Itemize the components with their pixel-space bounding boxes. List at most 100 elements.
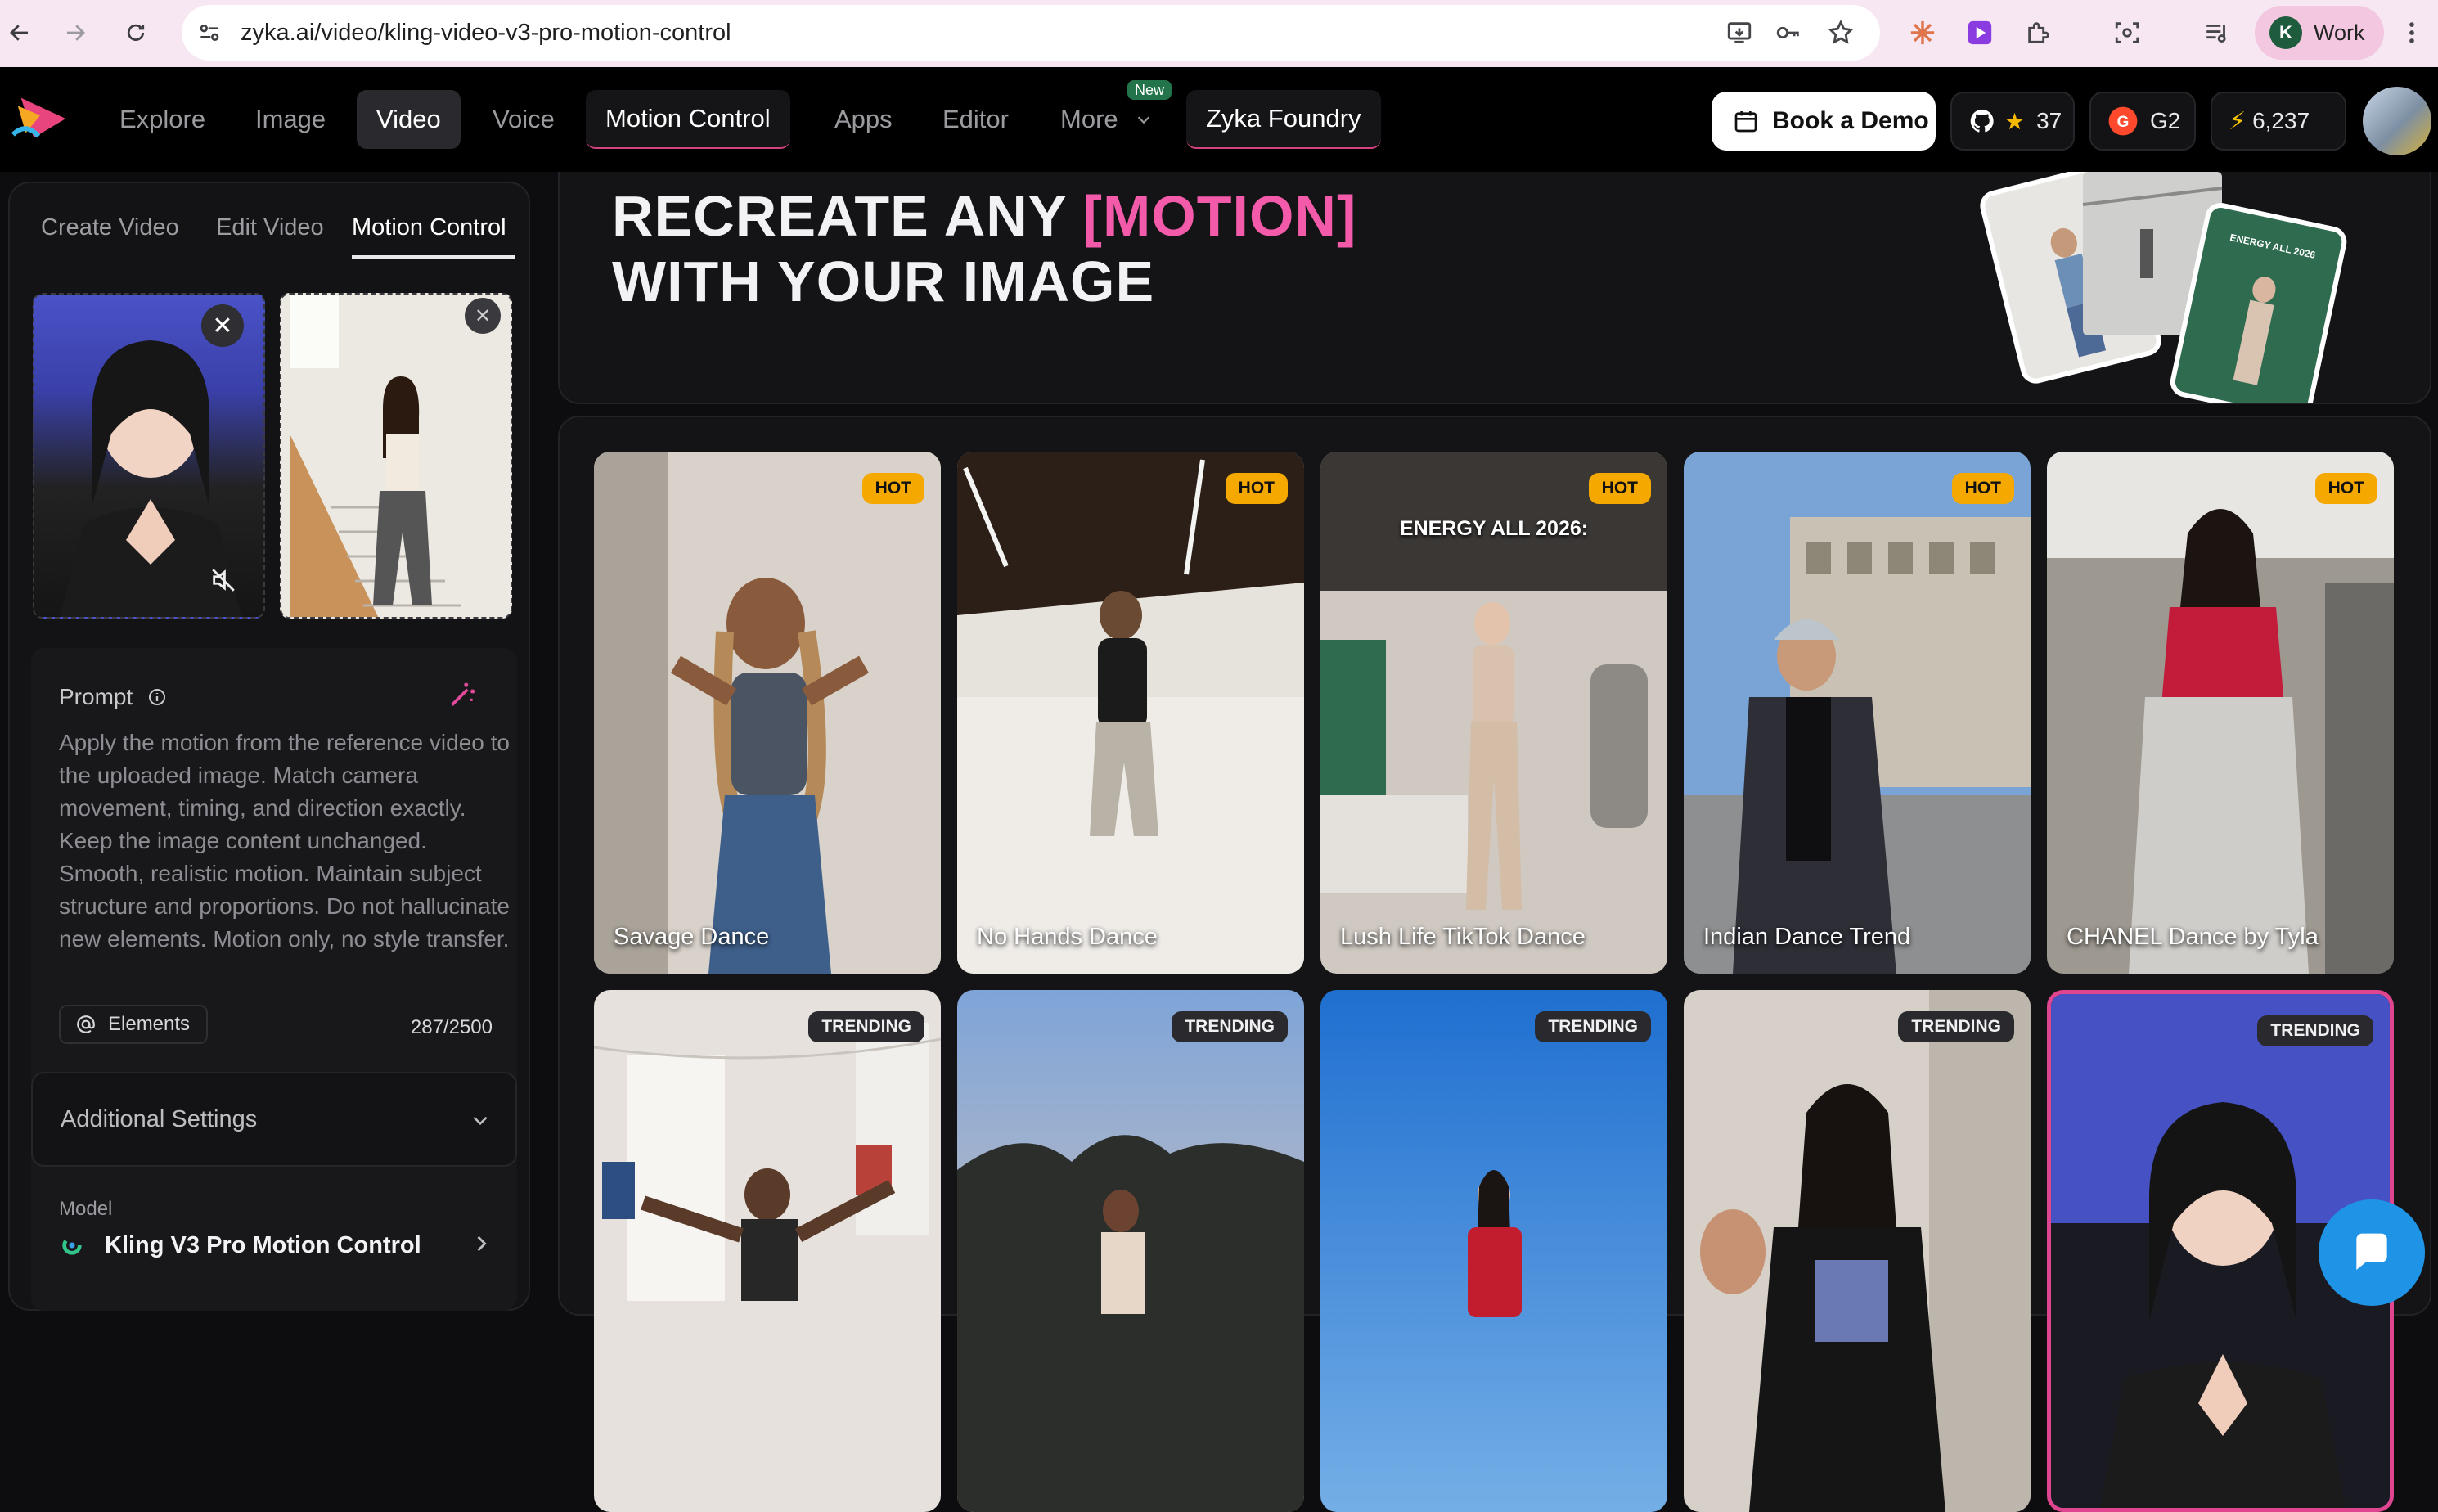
credits-button[interactable]: ⚡ 6,237 [2211, 92, 2346, 151]
hot-badge: HOT [861, 473, 924, 504]
back-icon[interactable] [3, 16, 36, 49]
browser-toolbar: zyka.ai/video/kling-video-v3-pro-motion-… [0, 0, 2438, 67]
app-header: Explore Image Video Voice Motion Control… [0, 67, 2438, 172]
template-preview-no-hands-dance [957, 452, 1304, 974]
remove-reference-close-icon[interactable]: ✕ [465, 298, 501, 334]
info-icon[interactable] [147, 687, 167, 707]
tab-edit-video[interactable]: Edit Video [216, 214, 324, 241]
model-value: Kling V3 Pro Motion Control [105, 1232, 421, 1258]
hot-badge: HOT [1225, 473, 1288, 504]
lightning-icon: ⚡ [2229, 107, 2247, 135]
template-preview-trending-3 [1320, 990, 1667, 1512]
template-preview-savage-dance [594, 452, 941, 974]
template-card-trending-3[interactable]: TRENDING [1320, 990, 1667, 1512]
forward-icon[interactable] [59, 16, 92, 49]
password-key-icon[interactable] [1769, 13, 1808, 52]
template-title: Lush Life TikTok Dance [1340, 924, 1586, 950]
address-bar[interactable]: zyka.ai/video/kling-video-v3-pro-motion-… [182, 5, 1880, 61]
hero-title-highlight: [MOTION] [1082, 184, 1357, 248]
template-preview-trending-2 [957, 990, 1304, 1512]
svg-text:G: G [2117, 114, 2130, 131]
kling-model-icon [62, 1235, 82, 1255]
chevron-right-icon [477, 1235, 487, 1252]
profile-avatar: K [2269, 16, 2302, 49]
nav-voice[interactable]: Voice [473, 90, 574, 149]
hero-collage-image: ENERGY ALL 2026 [1980, 172, 2347, 403]
nav-more-label: More [1060, 105, 1118, 133]
reload-icon[interactable] [119, 16, 152, 49]
g2-button[interactable]: G G2 [2089, 92, 2196, 151]
tab-motion-control[interactable]: Motion Control [352, 214, 506, 241]
book-demo-label: Book a Demo [1772, 107, 1929, 134]
magic-wand-icon[interactable] [447, 679, 478, 710]
template-card-savage-dance[interactable]: HOT Savage Dance [594, 452, 941, 974]
template-card-chanel-dance-by-tyla[interactable]: HOT CHANEL Dance by Tyla [2047, 452, 2394, 974]
claude-extension-icon[interactable] [1903, 13, 1942, 52]
user-avatar[interactable] [2363, 87, 2431, 155]
bookmark-star-icon[interactable] [1821, 13, 1860, 52]
trending-badge: TRENDING [2257, 1015, 2373, 1046]
browser-menu-icon[interactable] [2392, 13, 2431, 52]
credits-count: 6,237 [2252, 108, 2310, 133]
github-icon [1970, 109, 1994, 133]
screen-capture-icon[interactable] [2107, 13, 2147, 52]
reference-video-preview [281, 295, 511, 617]
prompt-title-label: Prompt [59, 684, 133, 709]
template-card-indian-dance-trend[interactable]: HOT Indian Dance Trend [1684, 452, 2031, 974]
nav-apps[interactable]: Apps [815, 90, 912, 149]
zyka-logo[interactable] [10, 87, 74, 151]
github-stars-count: 37 [2036, 108, 2062, 133]
nav-explore[interactable]: Explore [100, 90, 225, 149]
video-extension-icon[interactable] [1960, 13, 1999, 52]
hero-title-line2: WITH YOUR IMAGE [612, 250, 1155, 313]
additional-settings-label: Additional Settings [61, 1106, 258, 1132]
remove-image-close-icon[interactable]: ✕ [201, 304, 244, 347]
template-card-trending-2[interactable]: TRENDING [957, 990, 1304, 1512]
site-settings-icon[interactable] [196, 20, 223, 50]
profile-button[interactable]: K Work [2255, 6, 2384, 60]
muted-audio-icon[interactable] [209, 566, 237, 598]
model-selector[interactable]: Model Kling V3 Pro Motion Control [31, 1180, 517, 1311]
character-count: 287/2500 [410, 1016, 493, 1038]
chat-launcher-button[interactable] [2319, 1199, 2425, 1306]
hero-banner: RECREATE ANY [MOTION] WITH YOUR IMAGE EN… [558, 172, 2431, 404]
template-card-trending-1[interactable]: TRENDING [594, 990, 941, 1512]
chat-bubble-icon [2356, 1233, 2387, 1270]
elements-button[interactable]: Elements [59, 1005, 209, 1044]
tab-create-video[interactable]: Create Video [41, 214, 179, 241]
nav-editor[interactable]: Editor [923, 90, 1028, 149]
template-title: Savage Dance [614, 924, 770, 950]
url-text[interactable]: zyka.ai/video/kling-video-v3-pro-motion-… [241, 20, 731, 47]
github-stars-button[interactable]: ★ 37 [1950, 92, 2075, 151]
install-app-icon[interactable] [1720, 13, 1759, 52]
nav-zyka-foundry[interactable]: Zyka Foundry [1186, 90, 1381, 149]
nav-video[interactable]: Video [357, 90, 461, 149]
prompt-textarea[interactable]: Apply the motion from the reference vide… [59, 727, 517, 956]
template-title: Indian Dance Trend [1703, 924, 1911, 950]
profile-label: Work [2314, 20, 2365, 45]
additional-settings-accordion[interactable]: Additional Settings [31, 1072, 517, 1167]
book-demo-button[interactable]: Book a Demo [1712, 92, 1936, 151]
extensions-puzzle-icon[interactable] [2019, 13, 2058, 52]
nav-motion-control[interactable]: Motion Control [586, 90, 790, 149]
new-badge: New [1127, 80, 1172, 100]
template-preview-indian-dance [1684, 452, 2031, 974]
template-card-trending-4[interactable]: TRENDING [1684, 990, 2031, 1512]
template-title: No Hands Dance [977, 924, 1158, 950]
template-card-no-hands-dance[interactable]: HOT No Hands Dance [957, 452, 1304, 974]
reading-list-icon[interactable] [2197, 13, 2237, 52]
trending-badge: TRENDING [808, 1011, 924, 1042]
template-preview-chanel-dance [2047, 452, 2394, 974]
template-preview-trending-4 [1684, 990, 2031, 1512]
template-card-lush-life-tiktok-dance[interactable]: ENERGY ALL 2026: HOT Lush Life TikTok Da… [1320, 452, 1667, 974]
reference-video-thumbnail[interactable] [280, 293, 512, 619]
star-icon: ★ [2004, 108, 2026, 134]
calendar-icon [1734, 111, 1757, 133]
video-caption: ENERGY ALL 2026: [1399, 517, 1589, 540]
chevron-down-icon [1137, 116, 1149, 124]
hot-badge: HOT [2314, 473, 2377, 504]
at-sign-icon [75, 1014, 97, 1041]
g2-label: G2 [2150, 108, 2181, 133]
motion-control-panel: Create Video Edit Video Motion Control ✕… [8, 182, 530, 1311]
nav-image[interactable]: Image [236, 90, 345, 149]
